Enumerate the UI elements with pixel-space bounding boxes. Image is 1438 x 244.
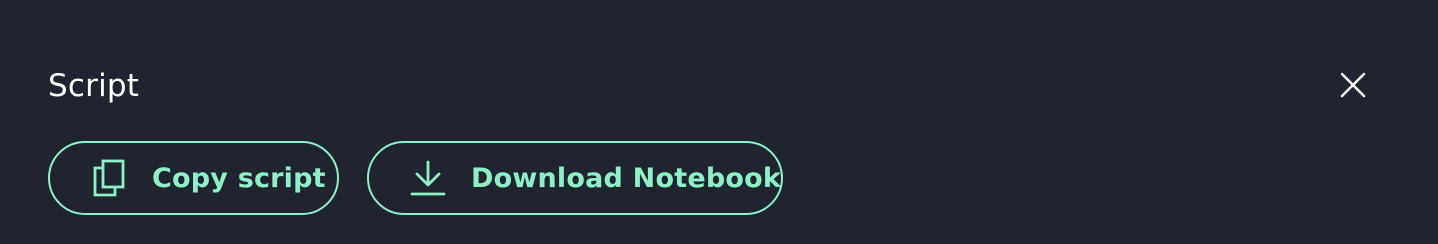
download-notebook-label: Download Notebook — [471, 162, 782, 194]
script-panel: Script Copy script Download Notebook — [0, 0, 1438, 244]
panel-title: Script — [48, 68, 140, 104]
close-icon — [1340, 72, 1366, 98]
close-button[interactable] — [1328, 60, 1378, 110]
copy-script-button[interactable]: Copy script — [48, 141, 339, 215]
download-notebook-button[interactable]: Download Notebook — [367, 141, 783, 215]
copy-icon — [90, 158, 128, 198]
download-icon — [409, 158, 447, 198]
copy-script-label: Copy script — [152, 162, 326, 194]
